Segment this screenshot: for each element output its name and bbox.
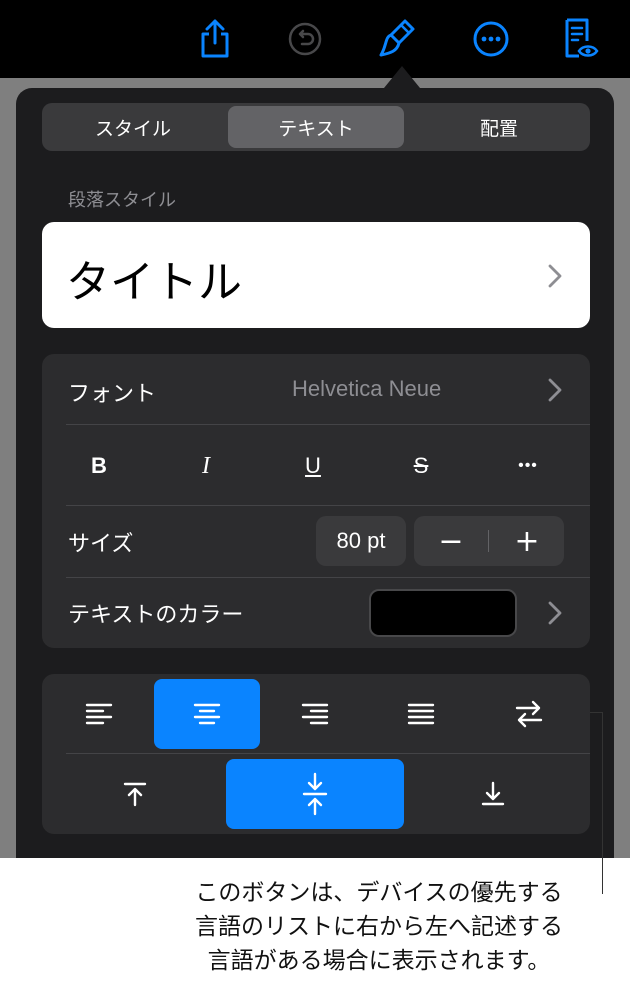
- more-text-options-button[interactable]: •••: [498, 443, 558, 489]
- bold-button[interactable]: B: [69, 443, 129, 489]
- popover-arrow: [384, 66, 420, 88]
- text-color-label: テキストのカラー: [68, 603, 244, 628]
- callout-text: このボタンは、デバイスの優先する 言語のリストに右から左へ記述する 言語がある場…: [160, 876, 598, 978]
- reader-view-icon[interactable]: [554, 14, 604, 64]
- align-top-icon: [123, 782, 147, 807]
- size-label: サイズ: [68, 532, 134, 557]
- toolbar: [0, 0, 630, 78]
- align-right-icon: [301, 703, 329, 725]
- more-icon[interactable]: [466, 14, 516, 64]
- align-middle-icon: [302, 772, 328, 816]
- divider: [66, 577, 590, 578]
- font-value[interactable]: Helvetica Neue: [292, 376, 441, 402]
- align-center-button[interactable]: [154, 679, 260, 749]
- align-center-icon: [193, 703, 221, 725]
- chevron-right-icon[interactable]: [548, 601, 562, 625]
- tab-text[interactable]: テキスト: [228, 106, 404, 148]
- increase-size-button[interactable]: +: [490, 516, 564, 566]
- align-right-button[interactable]: [262, 679, 368, 749]
- paragraph-style-label: 段落スタイル: [68, 190, 176, 211]
- font-label: フォント: [68, 382, 157, 407]
- justify-icon: [407, 703, 435, 725]
- tab-style[interactable]: スタイル: [45, 106, 221, 148]
- undo-icon[interactable]: [280, 14, 330, 64]
- stepper-separator: [488, 530, 489, 552]
- justify-button[interactable]: [368, 679, 474, 749]
- divider: [66, 753, 590, 754]
- size-field[interactable]: 80 pt: [316, 516, 406, 566]
- align-middle-button[interactable]: [226, 759, 404, 829]
- format-brush-icon[interactable]: [372, 14, 422, 64]
- text-color-swatch[interactable]: [369, 589, 517, 637]
- divider: [66, 424, 590, 425]
- align-left-button[interactable]: [46, 679, 152, 749]
- share-icon[interactable]: [190, 14, 240, 64]
- callout-line-3: 言語がある場合に表示されます。: [207, 948, 551, 974]
- strikethrough-button[interactable]: S: [391, 443, 451, 489]
- align-left-icon: [85, 703, 113, 725]
- paragraph-style-button[interactable]: タイトル: [42, 222, 590, 328]
- decrease-size-button[interactable]: −: [414, 516, 488, 566]
- right-to-left-button[interactable]: [476, 679, 582, 749]
- size-stepper: − +: [414, 516, 564, 566]
- underline-button[interactable]: U: [283, 443, 343, 489]
- format-tabs: スタイル テキスト 配置: [42, 103, 590, 151]
- paragraph-style-value: タイトル: [66, 257, 242, 308]
- align-bottom-button[interactable]: [440, 759, 546, 829]
- callout-leader-line: [590, 712, 603, 894]
- align-top-button[interactable]: [82, 759, 188, 829]
- tab-arrange[interactable]: 配置: [411, 106, 587, 148]
- chevron-right-icon: [548, 264, 562, 288]
- align-bottom-icon: [481, 781, 505, 806]
- italic-button[interactable]: I: [176, 443, 236, 489]
- callout-line-2: 言語のリストに右から左へ記述する: [195, 914, 563, 940]
- callout-line-1: このボタンは、デバイスの優先する: [195, 880, 563, 906]
- chevron-right-icon[interactable]: [548, 378, 562, 402]
- divider: [66, 505, 590, 506]
- right-to-left-icon: [515, 700, 543, 728]
